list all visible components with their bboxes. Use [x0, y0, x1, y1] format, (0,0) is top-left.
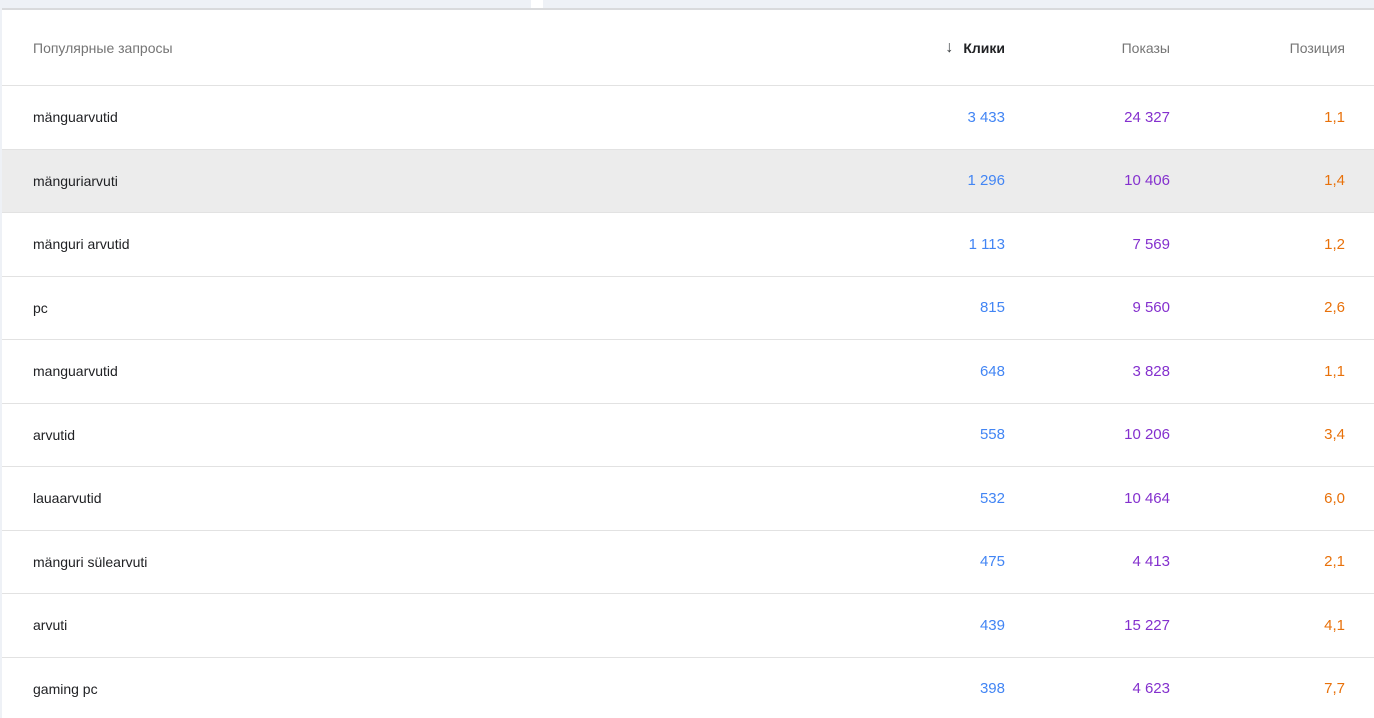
table-row[interactable]: pc 815 9 560 2,6 [0, 277, 1374, 341]
impressions-cell: 3 828 [1005, 363, 1170, 380]
impressions-cell: 4 623 [1005, 680, 1170, 697]
query-cell[interactable]: lauaarvutid [0, 490, 825, 506]
table-row[interactable]: mänguri sülearvuti 475 4 413 2,1 [0, 531, 1374, 595]
table-row[interactable]: mänguriarvuti 1 296 10 406 1,4 [0, 150, 1374, 214]
clicks-column-label: Клики [963, 40, 1005, 56]
clicks-cell: 3 433 [825, 109, 1005, 126]
position-cell: 3,4 [1170, 426, 1345, 443]
impressions-cell: 7 569 [1005, 236, 1170, 253]
impressions-cell: 10 406 [1005, 172, 1170, 189]
position-cell: 1,1 [1170, 363, 1345, 380]
table-row[interactable]: mänguarvutid 3 433 24 327 1,1 [0, 86, 1374, 150]
impressions-cell: 15 227 [1005, 617, 1170, 634]
page-background-strip [0, 0, 1374, 8]
position-cell: 1,2 [1170, 236, 1345, 253]
arrow-down-icon [945, 40, 953, 56]
query-cell[interactable]: arvuti [0, 617, 825, 633]
impressions-cell: 10 206 [1005, 426, 1170, 443]
table-row[interactable]: arvuti 439 15 227 4,1 [0, 594, 1374, 658]
position-cell: 1,4 [1170, 172, 1345, 189]
impressions-column-header[interactable]: Показы [1005, 40, 1170, 56]
table-row[interactable]: manguarvutid 648 3 828 1,1 [0, 340, 1374, 404]
impressions-cell: 9 560 [1005, 299, 1170, 316]
position-cell: 4,1 [1170, 617, 1345, 634]
impressions-cell: 10 464 [1005, 490, 1170, 507]
query-cell[interactable]: mänguri sülearvuti [0, 554, 825, 570]
impressions-cell: 4 413 [1005, 553, 1170, 570]
card-gap [531, 0, 543, 8]
queries-table-card: Популярные запросы Клики Показы Позиция … [0, 8, 1374, 718]
impressions-cell: 24 327 [1005, 109, 1170, 126]
clicks-cell: 815 [825, 299, 1005, 316]
query-column-header: Популярные запросы [0, 40, 825, 56]
page-background-edge [0, 8, 2, 718]
table-row[interactable]: mänguri arvutid 1 113 7 569 1,2 [0, 213, 1374, 277]
table-row[interactable]: arvutid 558 10 206 3,4 [0, 404, 1374, 468]
table-row[interactable]: lauaarvutid 532 10 464 6,0 [0, 467, 1374, 531]
position-cell: 2,1 [1170, 553, 1345, 570]
clicks-cell: 558 [825, 426, 1005, 443]
table-header-row: Популярные запросы Клики Показы Позиция [0, 10, 1374, 86]
query-cell[interactable]: mänguri arvutid [0, 236, 825, 252]
clicks-cell: 475 [825, 553, 1005, 570]
clicks-cell: 532 [825, 490, 1005, 507]
position-cell: 1,1 [1170, 109, 1345, 126]
position-cell: 2,6 [1170, 299, 1345, 316]
clicks-cell: 648 [825, 363, 1005, 380]
query-cell[interactable]: manguarvutid [0, 363, 825, 379]
table-row[interactable]: gaming pc 398 4 623 7,7 [0, 658, 1374, 718]
clicks-cell: 1 113 [825, 236, 1005, 253]
clicks-cell: 439 [825, 617, 1005, 634]
query-cell[interactable]: mänguriarvuti [0, 173, 825, 189]
clicks-column-header[interactable]: Клики [825, 40, 1005, 56]
position-column-header[interactable]: Позиция [1170, 40, 1345, 56]
position-cell: 7,7 [1170, 680, 1345, 697]
position-cell: 6,0 [1170, 490, 1345, 507]
query-cell[interactable]: arvutid [0, 427, 825, 443]
clicks-cell: 398 [825, 680, 1005, 697]
query-cell[interactable]: mänguarvutid [0, 109, 825, 125]
clicks-cell: 1 296 [825, 172, 1005, 189]
query-cell[interactable]: gaming pc [0, 681, 825, 697]
query-cell[interactable]: pc [0, 300, 825, 316]
table-body: mänguarvutid 3 433 24 327 1,1 mänguriarv… [0, 86, 1374, 718]
